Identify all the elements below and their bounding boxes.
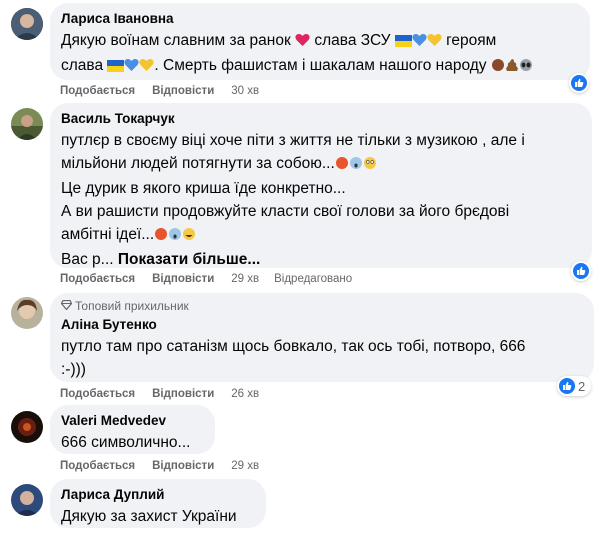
like-icon: [573, 263, 589, 279]
like-button[interactable]: Подобається: [60, 388, 135, 400]
heart-emoji-icon: [295, 31, 310, 54]
comment-bubble: Valeri Medvedev 666 символично...: [50, 405, 215, 454]
reaction-count: 2: [578, 378, 586, 394]
screaming-face-icon: [168, 225, 182, 248]
avatar[interactable]: [11, 108, 43, 140]
avatar[interactable]: [11, 411, 43, 443]
comment-text: путлєр в своєму віці хоче піти з життя н…: [61, 132, 525, 268]
avatar-image: [11, 8, 43, 40]
avatar-image: [11, 108, 43, 140]
comment-actions: Подобається Відповісти 26 хв: [60, 388, 274, 400]
yellow-heart-icon: [139, 56, 155, 79]
poop-emoji-icon: [505, 56, 519, 79]
edited-label: Відредаговано: [274, 273, 353, 285]
comment-bubble: Лариса Дуплий Дякую за захист України: [50, 479, 266, 528]
avatar[interactable]: [11, 8, 43, 40]
comment-actions: Подобається Відповісти 30 хв: [60, 85, 274, 97]
comment-author[interactable]: Valeri Medvedev: [61, 412, 203, 429]
comment-time[interactable]: 30 хв: [231, 85, 259, 97]
like-button[interactable]: Подобається: [60, 85, 135, 97]
blue-heart-icon: [412, 31, 427, 54]
yellow-heart-icon: [427, 31, 442, 54]
reply-button[interactable]: Відповісти: [152, 388, 214, 400]
like-reaction[interactable]: [569, 73, 589, 93]
reply-button[interactable]: Відповісти: [152, 85, 214, 97]
like-button[interactable]: Подобається: [60, 460, 135, 472]
diamond-icon: [60, 299, 73, 314]
avatar-image: [11, 484, 43, 516]
comment-text: Дякую за захист України: [61, 508, 237, 525]
reply-button[interactable]: Відповісти: [152, 273, 214, 285]
see-more-link[interactable]: Показати більше...: [118, 251, 260, 268]
comment-author[interactable]: Лариса Дуплий: [61, 486, 254, 503]
like-reaction[interactable]: 2: [557, 376, 592, 396]
comment-time[interactable]: 26 хв: [231, 388, 259, 400]
comment-actions: Подобається Відповісти 29 хв Відредагова…: [60, 273, 352, 285]
comment-author[interactable]: Лариса Івановна: [61, 10, 578, 27]
laughing-face-icon: [182, 225, 196, 248]
comment-text: путло там про сатанізм щось бовкало, так…: [61, 338, 526, 378]
comment-time[interactable]: 29 хв: [231, 460, 259, 472]
comment-bubble: Лариса Івановна Дякую воїнам славним за …: [50, 3, 590, 80]
like-button[interactable]: Подобається: [60, 273, 135, 285]
like-reaction[interactable]: [571, 261, 591, 281]
comment-text: Дякую воїнам славним за ранок слава ЗСУ …: [61, 29, 578, 79]
angry-face-icon: [335, 154, 349, 177]
flushed-face-icon: [363, 154, 377, 177]
like-icon: [571, 75, 587, 91]
top-fan-badge: Топовий прихильник: [60, 299, 582, 314]
alien-emoji-icon: [519, 56, 533, 79]
comment-bubble: Василь Токарчук путлєр в своєму віці хоч…: [50, 103, 592, 268]
blue-heart-icon: [124, 56, 140, 79]
comment-actions: Подобається Відповісти 29 хв: [60, 460, 274, 472]
ukraine-flag-icon: [107, 56, 125, 79]
like-icon: [559, 378, 575, 394]
avatar[interactable]: [11, 484, 43, 516]
screaming-face-icon: [349, 154, 363, 177]
comment-time[interactable]: 29 хв: [231, 273, 259, 285]
ukraine-flag-icon: [394, 31, 412, 54]
avatar-image: [11, 411, 43, 443]
avatar[interactable]: [11, 297, 43, 329]
angry-face-icon: [154, 225, 168, 248]
hand-emoji-icon: [491, 56, 505, 79]
reply-button[interactable]: Відповісти: [152, 460, 214, 472]
comment-text: 666 символично...: [61, 434, 191, 451]
avatar-image: [11, 297, 43, 329]
comment-author[interactable]: Василь Токарчук: [61, 110, 580, 127]
comment-bubble: Топовий прихильник Аліна Бутенко путло т…: [50, 293, 594, 382]
comment-author[interactable]: Аліна Бутенко: [61, 316, 582, 333]
